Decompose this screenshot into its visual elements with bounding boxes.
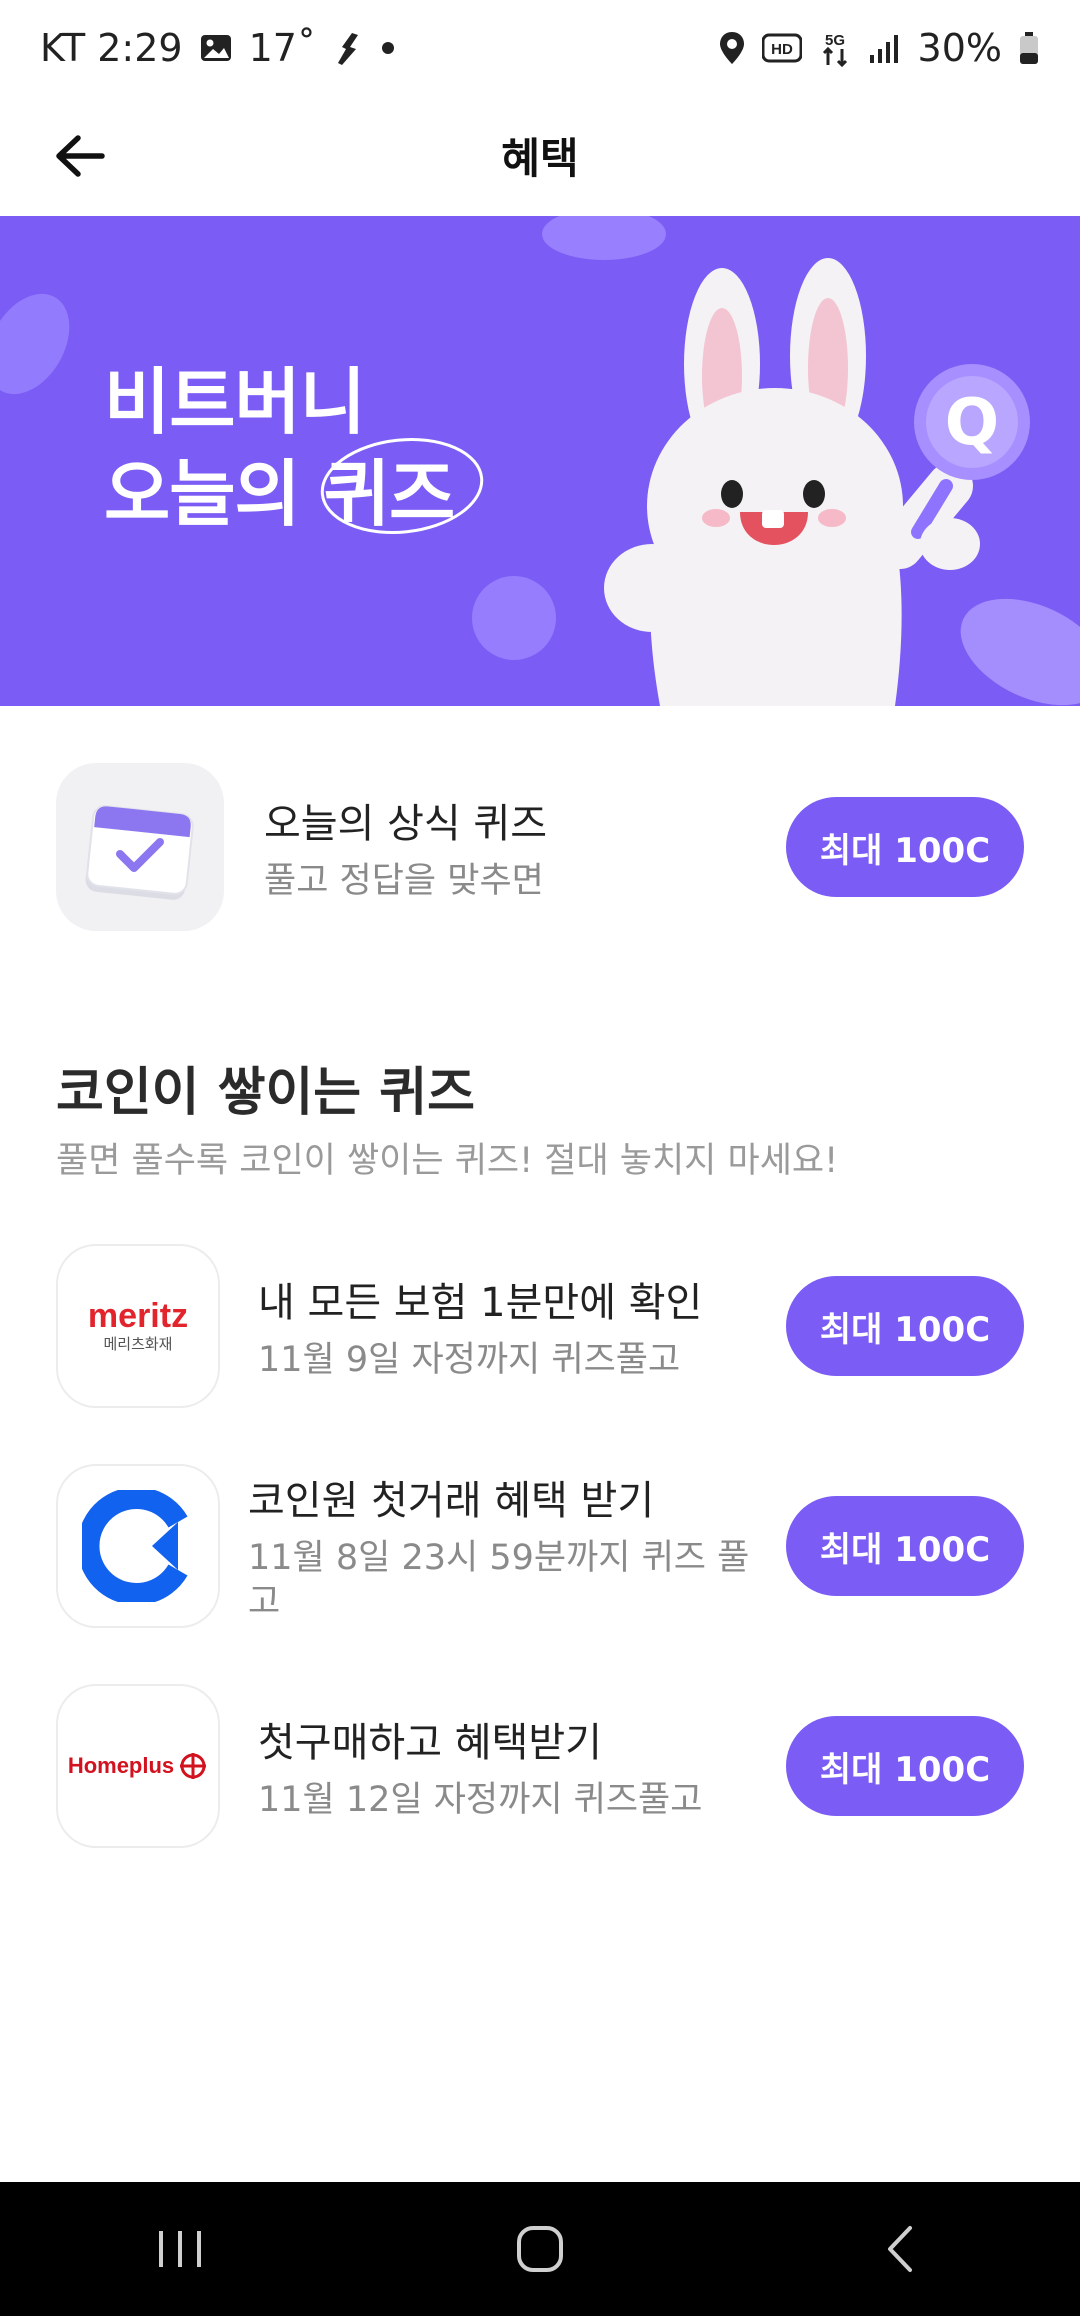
- nav-back-button[interactable]: [840, 2209, 960, 2289]
- svg-text:Q: Q: [945, 386, 999, 460]
- daily-quiz-title: 오늘의 상식 퀴즈: [264, 801, 548, 847]
- battery-level: 30%: [917, 26, 1002, 70]
- back-icon: [888, 2226, 912, 2272]
- image-icon: [199, 31, 233, 65]
- battery-icon: [1018, 31, 1040, 65]
- quiz-subtitle: 11월 9일 자정까지 퀴즈풀고: [258, 1340, 681, 1380]
- quiz-title: 내 모든 보험 1분만에 확인: [258, 1280, 703, 1326]
- temperature: 17˚: [248, 26, 316, 70]
- status-bar: KT 2:29 17˚ HD 5G 30%: [0, 0, 1080, 96]
- daily-quiz-subtitle: 풀고 정답을 맞추면: [264, 861, 544, 901]
- quiz-banner[interactable]: Q 비트버니 오늘의 퀴즈: [0, 216, 1080, 706]
- 5g-icon: 5G: [818, 29, 852, 67]
- home-icon: [517, 2226, 563, 2272]
- app-header: 혜택: [0, 96, 1080, 214]
- quiz-title: 코인원 첫거래 혜택 받기: [248, 1478, 655, 1524]
- meritz-logo: meritz 메리츠화재: [56, 1244, 220, 1408]
- daily-quiz-reward-button[interactable]: 최대 100C: [786, 797, 1024, 897]
- quiz-reward-button[interactable]: 최대 100C: [786, 1496, 1024, 1596]
- daily-quiz-row[interactable]: 오늘의 상식 퀴즈 풀고 정답을 맞추면 최대 100C: [56, 762, 1024, 932]
- quiz-reward-button[interactable]: 최대 100C: [786, 1716, 1024, 1816]
- banner-headline: 비트버니 오늘의 퀴즈: [104, 356, 484, 540]
- coinone-logo: [56, 1464, 220, 1628]
- banner-circled-word: 퀴즈: [320, 437, 484, 540]
- banner-line2-prefix: 오늘의: [104, 452, 324, 536]
- homeplus-logo: Homeplus: [56, 1684, 220, 1848]
- quiz-subtitle: 11월 12일 자정까지 퀴즈풀고: [258, 1780, 703, 1820]
- hd-icon: HD: [761, 33, 802, 63]
- recent-apps-button[interactable]: [120, 2209, 240, 2289]
- section-subtitle: 풀면 풀수록 코인이 쌓이는 퀴즈! 절대 놓치지 마세요!: [56, 1141, 839, 1181]
- arrow-left-icon: [56, 135, 105, 177]
- section-title: 코인이 쌓이는 퀴즈: [56, 1063, 475, 1123]
- banner-line2: 오늘의 퀴즈: [104, 437, 484, 540]
- page-title: 혜택: [501, 133, 579, 183]
- quiz-row-coinone[interactable]: 코인원 첫거래 혜택 받기 11월 8일 23시 59분까지 퀴즈 풀고 최대 …: [56, 1464, 1024, 1628]
- quiz-row-meritz[interactable]: meritz 메리츠화재 내 모든 보험 1분만에 확인 11월 9일 자정까지…: [56, 1244, 1024, 1408]
- carrier-time: KT 2:29: [40, 26, 183, 70]
- quiz-subtitle: 11월 8일 23시 59분까지 퀴즈 풀고: [248, 1538, 750, 1622]
- svg-text:HD: HD: [771, 41, 793, 58]
- back-button[interactable]: [44, 120, 116, 192]
- recent-apps-icon: [159, 2231, 201, 2267]
- svg-text:5G: 5G: [825, 32, 845, 49]
- location-icon: [718, 30, 746, 66]
- home-button[interactable]: [480, 2209, 600, 2289]
- quiz-row-homeplus[interactable]: Homeplus 첫구매하고 혜택받기 11월 12일 자정까지 퀴즈풀고 최대…: [56, 1684, 1024, 1848]
- signal-icon: [868, 33, 902, 63]
- calendar-check-icon: [56, 763, 224, 931]
- quiz-title: 첫구매하고 혜택받기: [258, 1720, 602, 1766]
- weather-icon: [332, 29, 364, 67]
- system-nav-bar: [0, 2182, 1080, 2316]
- quiz-reward-button[interactable]: 최대 100C: [786, 1276, 1024, 1376]
- dot-icon: [380, 40, 396, 56]
